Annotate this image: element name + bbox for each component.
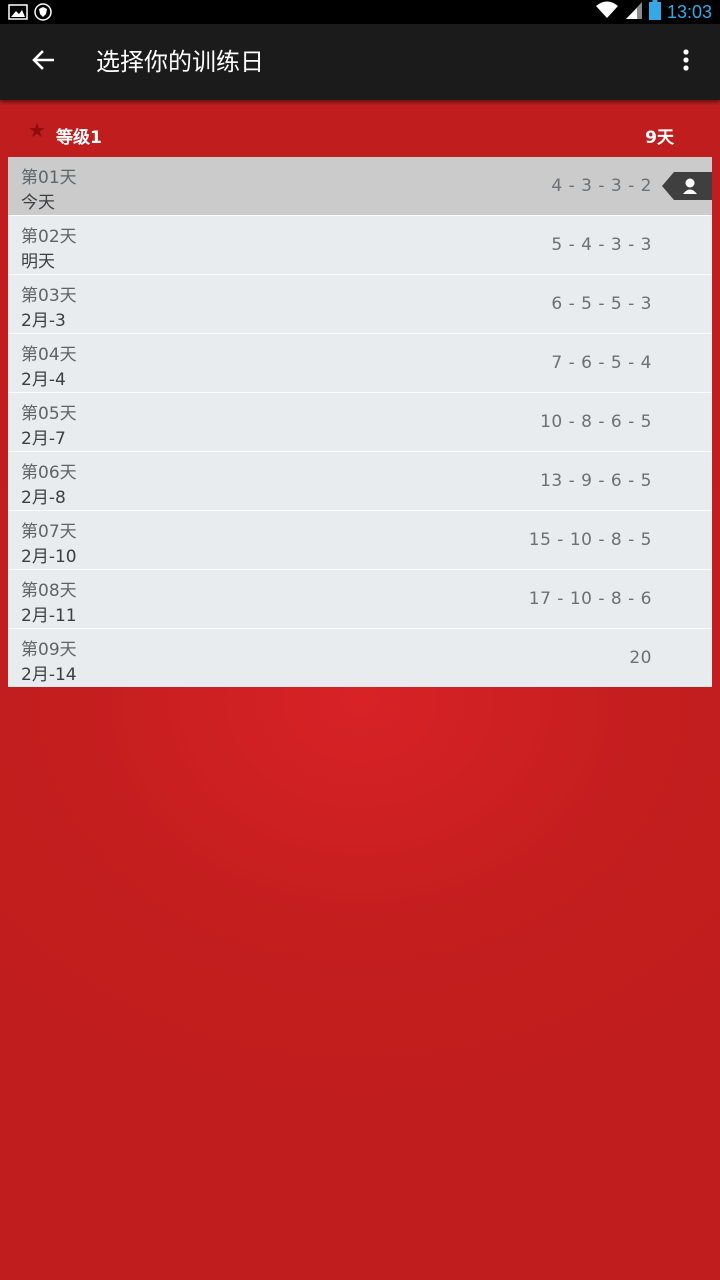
day-reps: 7 - 6 - 5 - 4 <box>551 353 652 373</box>
day-number: 第07天 <box>21 522 77 542</box>
current-day-marker-icon <box>662 172 712 200</box>
level-total-days: 9天 <box>645 128 674 148</box>
day-date: 2月-14 <box>21 665 77 685</box>
training-day-row[interactable]: 第02天 明天 5 - 4 - 3 - 3 <box>8 216 712 275</box>
back-button[interactable] <box>24 43 62 81</box>
app-bar: 选择你的训练日 <box>0 24 720 100</box>
star-icon: ★ <box>28 118 46 142</box>
day-date: 2月-11 <box>21 606 77 626</box>
day-date: 2月-3 <box>21 311 66 331</box>
shield-icon <box>34 3 52 26</box>
status-time: 13:03 <box>666 1 712 22</box>
day-reps: 6 - 5 - 5 - 3 <box>551 294 652 314</box>
day-reps: 10 - 8 - 6 - 5 <box>540 412 652 432</box>
day-reps: 15 - 10 - 8 - 5 <box>528 530 652 550</box>
page-title: 选择你的训练日 <box>96 48 264 76</box>
day-number: 第09天 <box>21 640 77 660</box>
training-day-row[interactable]: 第06天 2月-8 13 - 9 - 6 - 5 <box>8 452 712 511</box>
training-day-row[interactable]: 第09天 2月-14 20 <box>8 629 712 687</box>
day-date: 今天 <box>21 193 55 213</box>
status-bar: 13:03 <box>0 0 720 24</box>
battery-icon <box>648 0 661 25</box>
day-number: 第06天 <box>21 463 77 483</box>
training-day-row[interactable]: 第03天 2月-3 6 - 5 - 5 - 3 <box>8 275 712 334</box>
day-reps: 13 - 9 - 6 - 5 <box>540 471 652 491</box>
day-date: 2月-8 <box>21 488 66 508</box>
day-date: 明天 <box>21 252 55 272</box>
day-reps: 17 - 10 - 8 - 6 <box>528 589 652 609</box>
day-number: 第04天 <box>21 345 77 365</box>
cell-signal-icon <box>625 0 643 25</box>
day-date: 2月-4 <box>21 370 66 390</box>
wifi-icon <box>595 0 619 25</box>
day-reps: 4 - 3 - 3 - 2 <box>551 176 652 196</box>
training-day-row[interactable]: 第05天 2月-7 10 - 8 - 6 - 5 <box>8 393 712 452</box>
training-day-row[interactable]: 第04天 2月-4 7 - 6 - 5 - 4 <box>8 334 712 393</box>
gallery-icon <box>8 4 28 25</box>
training-day-row[interactable]: 第07天 2月-10 15 - 10 - 8 - 5 <box>8 511 712 570</box>
training-day-row[interactable]: 第01天 今天 4 - 3 - 3 - 2 <box>8 157 712 216</box>
training-day-row[interactable]: 第08天 2月-11 17 - 10 - 8 - 6 <box>8 570 712 629</box>
overflow-menu-button[interactable] <box>670 43 702 81</box>
day-date: 2月-7 <box>21 429 66 449</box>
training-day-list: 第01天 今天 4 - 3 - 3 - 2 第02天 明天 5 - 4 - 3 … <box>8 157 712 687</box>
day-reps: 5 - 4 - 3 - 3 <box>551 235 652 255</box>
more-vert-icon <box>682 49 690 75</box>
day-number: 第03天 <box>21 286 77 306</box>
arrow-left-icon <box>32 50 55 74</box>
day-number: 第01天 <box>21 168 77 188</box>
day-number: 第02天 <box>21 227 77 247</box>
day-number: 第08天 <box>21 581 77 601</box>
level-header <box>0 100 720 157</box>
day-date: 2月-10 <box>21 547 77 567</box>
day-reps: 20 <box>629 648 652 668</box>
day-number: 第05天 <box>21 404 77 424</box>
level-label: 等级1 <box>56 128 102 148</box>
